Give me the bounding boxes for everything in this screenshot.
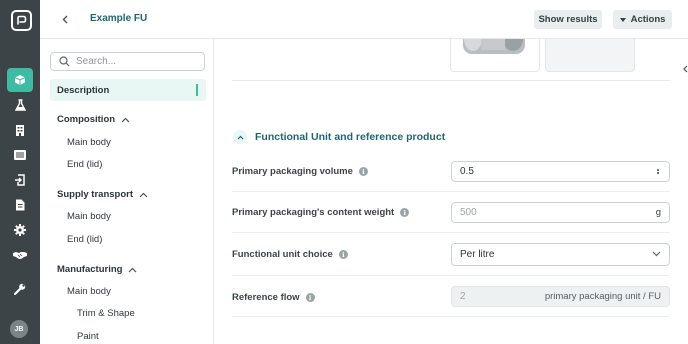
- sidebar-item-description[interactable]: Description: [50, 79, 206, 101]
- avatar[interactable]: JB: [10, 320, 28, 338]
- flask-icon[interactable]: [7, 93, 33, 117]
- product-image[interactable]: [450, 39, 540, 72]
- show-results-button[interactable]: Show results: [534, 10, 602, 29]
- import-icon[interactable]: [7, 168, 33, 192]
- section-label: Composition: [57, 114, 116, 125]
- image-placeholder[interactable]: [545, 39, 635, 72]
- collapse-panel-icon[interactable]: [681, 64, 688, 74]
- app-logo-icon[interactable]: [11, 10, 32, 31]
- divider: [232, 275, 670, 276]
- section-label: Manufacturing: [57, 264, 123, 275]
- section-label: Supply transport: [57, 189, 134, 200]
- cube-icon[interactable]: [7, 68, 33, 92]
- page-title: Example FU: [90, 13, 148, 24]
- building-icon[interactable]: [7, 118, 33, 142]
- app-rail: JB: [0, 0, 40, 344]
- chevron-up-icon: [121, 115, 130, 124]
- field-placeholder: 500: [460, 207, 477, 218]
- info-icon[interactable]: i: [358, 167, 368, 176]
- select-value: Per litre: [460, 249, 495, 260]
- stepper-icon[interactable]: [655, 169, 661, 174]
- divider: [232, 191, 670, 192]
- sidebar-item-transport-end-lid[interactable]: End (lid): [67, 234, 102, 245]
- sidebar-item-manufacturing-main-body[interactable]: Main body: [67, 286, 111, 297]
- search-box[interactable]: [50, 52, 205, 71]
- back-chevron-icon[interactable]: [58, 12, 72, 26]
- list-icon[interactable]: [7, 143, 33, 167]
- section-title: Functional Unit and reference product: [255, 131, 446, 143]
- sidebar-section-manufacturing[interactable]: Manufacturing: [57, 264, 137, 275]
- divider: [232, 316, 670, 317]
- sidebar: Description Composition Main body End (l…: [40, 39, 214, 344]
- sidebar-item-transport-main-body[interactable]: Main body: [67, 211, 111, 222]
- top-bar: Example FU Show results Actions: [40, 0, 688, 39]
- field-value: 2: [460, 291, 466, 302]
- field-label: Primary packaging volume: [232, 166, 353, 177]
- chevron-up-icon: [139, 190, 148, 199]
- sidebar-item-composition-end-lid[interactable]: End (lid): [67, 159, 102, 170]
- sidebar-item-composition-main-body[interactable]: Main body: [67, 137, 111, 148]
- field-label: Primary packaging's content weight: [232, 207, 395, 218]
- divider: [232, 232, 670, 233]
- reference-flow-label: Reference flow i: [232, 292, 315, 303]
- content-weight-label: Primary packaging's content weight i: [232, 207, 410, 218]
- actions-button[interactable]: Actions: [613, 10, 672, 29]
- sidebar-item-trim-shape[interactable]: Trim & Shape: [77, 308, 135, 319]
- chevron-up-icon: [128, 265, 137, 274]
- sidebar-item-paint[interactable]: Paint: [77, 331, 99, 342]
- main-content: Functional Unit and reference product Pr…: [215, 39, 688, 344]
- sidebar-section-composition[interactable]: Composition: [57, 114, 130, 125]
- reference-flow-field: 2 primary packaging unit / FU: [451, 286, 670, 307]
- document-icon[interactable]: [7, 193, 33, 217]
- search-icon: [58, 56, 70, 68]
- search-input[interactable]: [76, 56, 196, 67]
- chevron-up-icon[interactable]: [233, 130, 247, 144]
- sidebar-item-label: Description: [57, 84, 110, 96]
- info-icon[interactable]: i: [400, 208, 410, 217]
- wrench-icon[interactable]: [7, 277, 33, 301]
- caret-down-icon: [619, 17, 626, 22]
- gear-icon[interactable]: [7, 218, 33, 242]
- field-value: 0.5: [460, 166, 474, 177]
- info-icon[interactable]: i: [338, 250, 348, 259]
- primary-packaging-volume-input[interactable]: 0.5: [451, 161, 670, 182]
- functional-unit-select[interactable]: Per litre: [451, 243, 670, 266]
- unit-label: primary packaging unit / FU: [544, 291, 661, 302]
- section-header-functional-unit[interactable]: Functional Unit and reference product: [233, 130, 445, 144]
- chevron-down-icon: [652, 249, 661, 260]
- active-indicator: [196, 84, 198, 96]
- field-label: Functional unit choice: [232, 249, 333, 260]
- handshake-icon[interactable]: [7, 243, 33, 267]
- sidebar-section-supply-transport[interactable]: Supply transport: [57, 189, 148, 200]
- functional-unit-choice-label: Functional unit choice i: [232, 249, 348, 260]
- divider: [232, 80, 670, 81]
- field-label: Reference flow: [232, 292, 300, 303]
- info-icon[interactable]: i: [305, 293, 315, 302]
- primary-packaging-volume-label: Primary packaging volume i: [232, 166, 368, 177]
- content-weight-input[interactable]: 500 g: [451, 202, 670, 223]
- actions-label: Actions: [630, 14, 666, 25]
- unit-label: g: [655, 207, 661, 218]
